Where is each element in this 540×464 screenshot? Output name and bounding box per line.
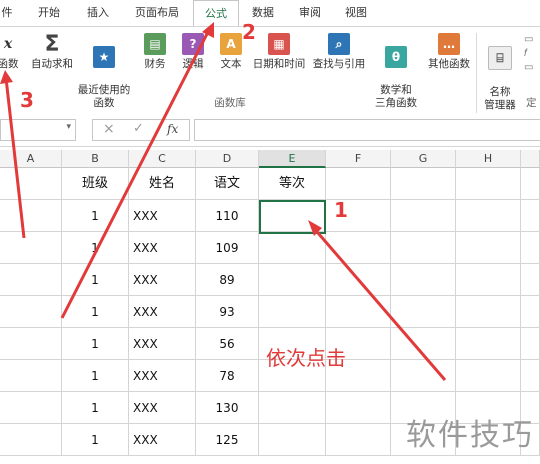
- annotation-step-1: 1: [334, 198, 348, 222]
- arrow-3-head: [0, 70, 13, 84]
- annotation-hint: 依次点击: [266, 346, 346, 370]
- annotation-step-3: 3: [20, 88, 34, 112]
- annotation-arrows: [0, 22, 447, 381]
- arrow-2-line: [60, 27, 212, 319]
- annotation-step-2: 2: [242, 20, 256, 44]
- arrow-2-head: [202, 22, 214, 38]
- watermark: 软件技巧: [406, 418, 534, 453]
